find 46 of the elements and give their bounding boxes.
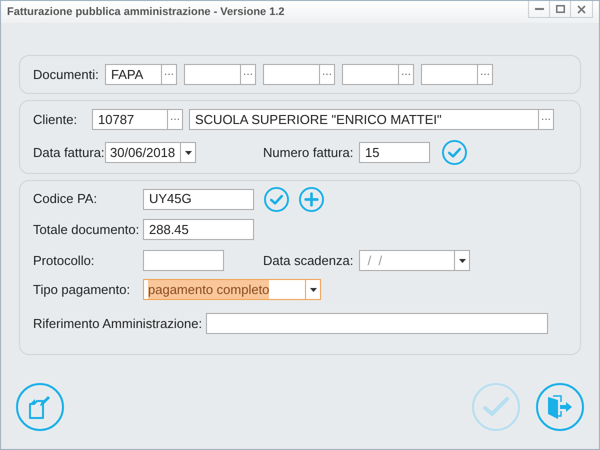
- close-icon: [577, 4, 586, 14]
- input-field[interactable]: SCUOLA SUPERIORE "ENRICO MATTEI": [189, 109, 539, 130]
- exit-button[interactable]: [536, 383, 584, 431]
- field-label: Data scadenza:: [263, 252, 354, 270]
- new-button[interactable]: [16, 383, 64, 431]
- field-label: Data fattura:: [33, 144, 105, 162]
- input-field[interactable]: [184, 64, 241, 85]
- input-field[interactable]: [421, 64, 478, 85]
- browse-button[interactable]: ···: [478, 64, 493, 85]
- caret-icon: [458, 258, 466, 262]
- check-icon: [264, 186, 289, 212]
- check-icon: [482, 396, 510, 418]
- input-field[interactable]: 15: [359, 142, 430, 163]
- browse-button[interactable]: ···: [320, 64, 335, 85]
- browse-button[interactable]: ···: [399, 64, 414, 85]
- browse-button[interactable]: ···: [539, 109, 554, 130]
- field-label: Protocollo:: [33, 252, 96, 270]
- field-label: Tipo pagamento:: [33, 280, 132, 299]
- field-label: Codice PA:: [33, 190, 98, 208]
- caret-icon: [184, 150, 192, 154]
- field-label: Riferimento Amministrazione:: [33, 314, 204, 333]
- input-field[interactable]: FAPA: [105, 64, 162, 85]
- minimize-icon: [534, 8, 544, 10]
- field-label: Cliente:: [33, 110, 78, 129]
- browse-button[interactable]: ···: [168, 109, 183, 130]
- input-field[interactable]: [342, 64, 399, 85]
- browse-button[interactable]: ···: [241, 64, 256, 85]
- input-field[interactable]: 288.45: [143, 219, 254, 240]
- caret-icon: [310, 288, 316, 292]
- window-title: Fatturazione pubblica amministrazione - Versione 1.2: [7, 4, 286, 20]
- add-icon: [299, 186, 324, 212]
- dropdown[interactable]: 30/06/2018: [105, 142, 196, 163]
- input-field[interactable]: UY45G: [143, 188, 254, 210]
- input-field[interactable]: [143, 250, 224, 271]
- input-field[interactable]: [263, 64, 320, 85]
- field-label: Totale documento:: [33, 220, 140, 239]
- input-field[interactable]: 10787: [92, 109, 168, 130]
- input-field[interactable]: [206, 313, 548, 334]
- maximize-icon: [556, 5, 564, 13]
- edit-document-icon: [28, 394, 52, 420]
- field-label: Numero fattura:: [263, 144, 354, 162]
- exit-door-icon: [546, 395, 574, 419]
- browse-button[interactable]: ···: [162, 64, 177, 85]
- check-icon: [442, 140, 467, 165]
- dropdown[interactable]: pagamento completo: [143, 279, 321, 300]
- field-label: Documenti:: [33, 66, 100, 84]
